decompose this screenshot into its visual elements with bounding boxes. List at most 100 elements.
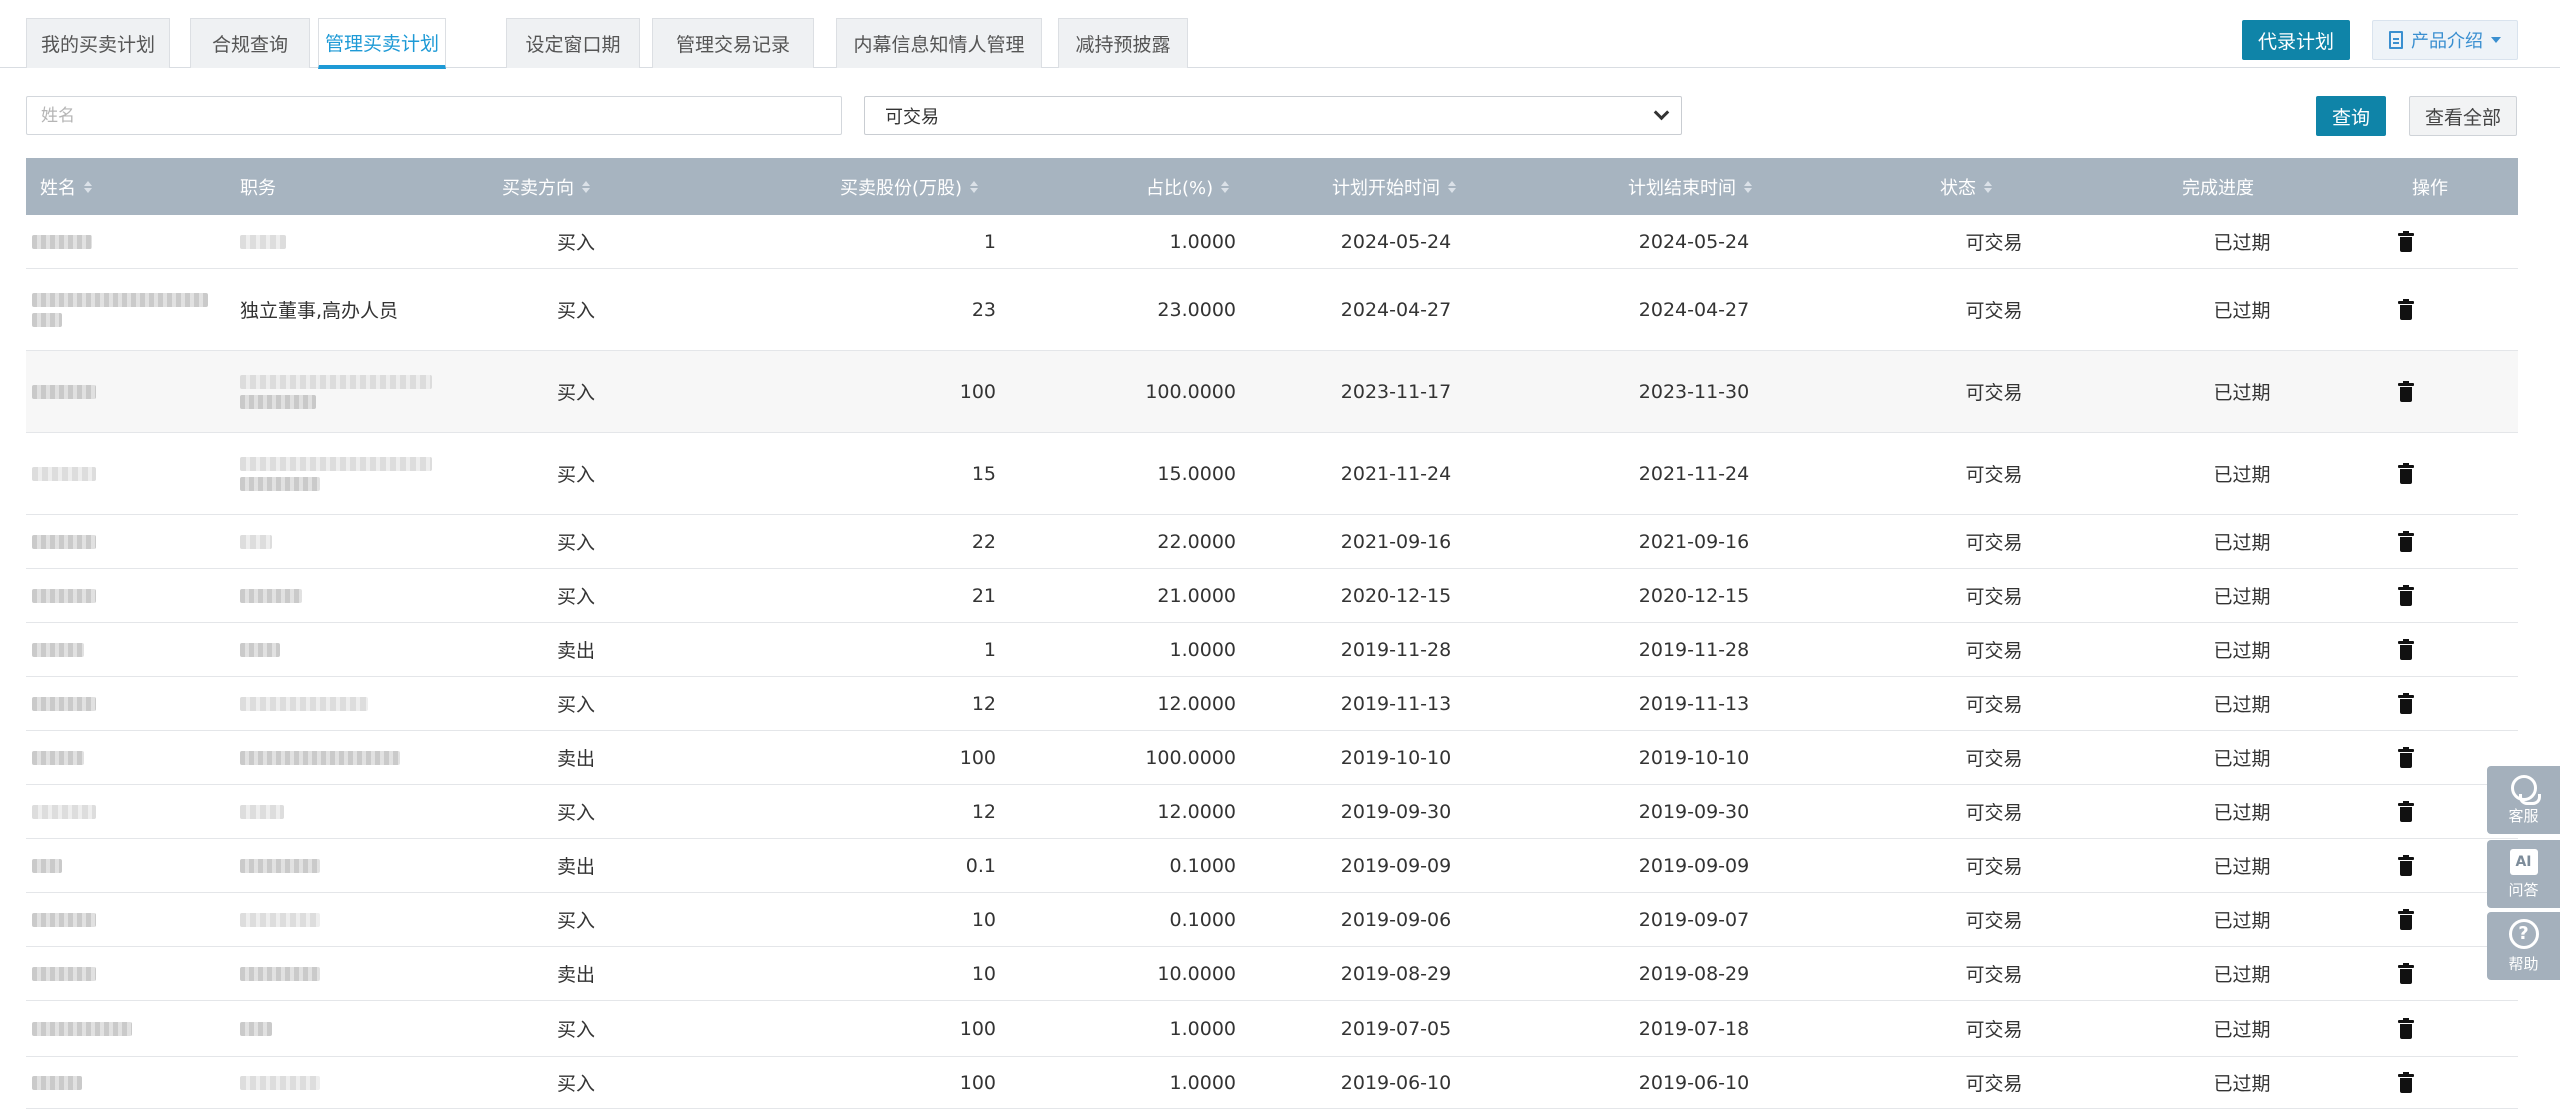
delete-icon[interactable] — [2398, 692, 2414, 715]
status-select[interactable]: 可交易 — [864, 96, 1682, 135]
redacted-text — [240, 642, 280, 657]
cell-name — [32, 893, 232, 946]
redacted-text — [32, 466, 96, 481]
cell-start-time: 2019-07-05 — [1340, 1017, 1452, 1040]
delete-icon[interactable] — [2398, 746, 2414, 769]
cell-actions — [2356, 947, 2456, 1000]
redacted-text — [32, 750, 84, 765]
table-row[interactable]: 独立董事,高办人员 买入 23 23.0000 2024-04-27 2024-04-27… — [26, 269, 2518, 351]
table-row[interactable]: 买入 1 1.0000 2024-05-24 2024-05-24 可交易 已过期 — [26, 215, 2518, 269]
column-header-ratio[interactable]: 占比(%) — [1146, 158, 1230, 215]
product-intro-button[interactable]: 产品介绍 — [2372, 20, 2518, 60]
cell-actions — [2356, 215, 2456, 268]
delete-icon[interactable] — [2398, 530, 2414, 553]
cell-start-time: 2019-09-06 — [1340, 908, 1452, 931]
cell-ratio: 22.0000 — [1157, 530, 1236, 553]
delete-icon[interactable] — [2398, 1017, 2414, 1040]
tab-trade-records[interactable]: 管理交易记录 — [652, 18, 814, 68]
column-header-shares[interactable]: 买卖股份(万股) — [840, 158, 979, 215]
document-icon — [2389, 31, 2403, 49]
cell-direction: 卖出 — [556, 640, 595, 662]
redacted-text — [240, 912, 320, 927]
cell-start-time: 2021-09-16 — [1340, 530, 1452, 553]
tab-window-period[interactable]: 设定窗口期 — [506, 18, 640, 68]
cell-start-time: 2019-06-10 — [1340, 1071, 1452, 1094]
tab-my-plans[interactable]: 我的买卖计划 — [26, 18, 170, 68]
cell-status: 可交易 — [1965, 748, 2023, 770]
name-search-input[interactable] — [26, 96, 842, 135]
cell-status: 可交易 — [1965, 640, 2023, 662]
cell-status: 可交易 — [1965, 1073, 2023, 1095]
cell-status: 可交易 — [1965, 300, 2023, 322]
cell-position — [240, 623, 490, 676]
table-row[interactable]: 卖出 0.1 0.1000 2019-09-09 2019-09-09 可交易 已过期 — [26, 839, 2518, 893]
ai-assistant-widget[interactable]: AI 问答 — [2487, 840, 2560, 908]
cell-start-time: 2020-12-15 — [1340, 584, 1452, 607]
sort-icon — [1448, 180, 1456, 193]
cell-shares: 15 — [971, 462, 996, 485]
view-all-button[interactable]: 查看全部 — [2409, 96, 2517, 136]
column-header-progress: 完成进度 — [2182, 177, 2254, 199]
delete-icon[interactable] — [2398, 638, 2414, 661]
cell-name — [32, 1001, 232, 1056]
delete-icon[interactable] — [2398, 298, 2414, 321]
product-intro-label: 产品介绍 — [2411, 31, 2483, 52]
cell-end-time: 2019-09-07 — [1638, 908, 1750, 931]
column-header-direction[interactable]: 买卖方向 — [502, 158, 590, 215]
customer-service-widget[interactable]: 客服 — [2487, 766, 2560, 834]
cell-end-time: 2021-11-24 — [1638, 462, 1750, 485]
cell-direction: 卖出 — [556, 748, 595, 770]
cell-progress: 已过期 — [2213, 748, 2271, 770]
cell-progress: 已过期 — [2213, 910, 2271, 932]
table-row[interactable]: 买入 100 1.0000 2019-06-10 2019-06-10 可交易 已过期 — [26, 1057, 2518, 1109]
table-row[interactable]: 买入 10 0.1000 2019-09-06 2019-09-07 可交易 已过期 — [26, 893, 2518, 947]
tab-reduction-disclosure[interactable]: 减持预披露 — [1058, 18, 1188, 68]
cell-shares: 1 — [983, 230, 996, 253]
redacted-text — [32, 534, 96, 549]
delete-icon[interactable] — [2398, 462, 2414, 485]
cell-start-time: 2019-09-09 — [1340, 854, 1452, 877]
table-row[interactable]: 卖出 10 10.0000 2019-08-29 2019-08-29 可交易 已过期 — [26, 947, 2518, 1001]
query-button[interactable]: 查询 — [2316, 96, 2386, 136]
cell-actions — [2356, 515, 2456, 568]
delete-icon[interactable] — [2398, 230, 2414, 253]
table-row[interactable]: 买入 100 1.0000 2019-07-05 2019-07-18 可交易 已过期 — [26, 1001, 2518, 1057]
table-row[interactable]: 卖出 1 1.0000 2019-11-28 2019-11-28 可交易 已过期 — [26, 623, 2518, 677]
delete-icon[interactable] — [2398, 584, 2414, 607]
cell-end-time: 2019-09-09 — [1638, 854, 1750, 877]
cell-status: 可交易 — [1965, 856, 2023, 878]
column-header-name[interactable]: 姓名 — [40, 158, 92, 215]
table-row[interactable]: 买入 15 15.0000 2021-11-24 2021-11-24 可交易 已过期 — [26, 433, 2518, 515]
table-row[interactable]: 买入 21 21.0000 2020-12-15 2020-12-15 可交易 已过期 — [26, 569, 2518, 623]
cell-position — [240, 1057, 490, 1108]
tab-manage-plans[interactable]: 管理买卖计划 — [318, 18, 446, 69]
cell-direction: 买入 — [556, 694, 595, 716]
proxy-plan-button[interactable]: 代录计划 — [2242, 20, 2350, 60]
column-header-status[interactable]: 状态 — [1940, 158, 1992, 215]
delete-icon[interactable] — [2398, 380, 2414, 403]
cell-progress: 已过期 — [2213, 964, 2271, 986]
cell-progress: 已过期 — [2213, 694, 2271, 716]
column-header-end-time[interactable]: 计划结束时间 — [1628, 158, 1752, 215]
tab-insider-management[interactable]: 内幕信息知情人管理 — [836, 18, 1042, 68]
cell-direction: 买入 — [556, 1019, 595, 1041]
cell-actions — [2356, 677, 2456, 730]
table-row[interactable]: 买入 22 22.0000 2021-09-16 2021-09-16 可交易 已过期 — [26, 515, 2518, 569]
help-widget[interactable]: ? 帮助 — [2487, 912, 2560, 980]
table-row[interactable]: 买入 100 100.0000 2023-11-17 2023-11-30 可交易 已过期 — [26, 351, 2518, 433]
cell-status: 可交易 — [1965, 586, 2023, 608]
table-row[interactable]: 买入 12 12.0000 2019-09-30 2019-09-30 可交易 已过期 — [26, 785, 2518, 839]
table-row[interactable]: 买入 12 12.0000 2019-11-13 2019-11-13 可交易 已过期 — [26, 677, 2518, 731]
cell-progress: 已过期 — [2213, 586, 2271, 608]
delete-icon[interactable] — [2398, 908, 2414, 931]
delete-icon[interactable] — [2398, 962, 2414, 985]
delete-icon[interactable] — [2398, 854, 2414, 877]
cell-status: 可交易 — [1965, 910, 2023, 932]
cell-end-time: 2019-06-10 — [1638, 1071, 1750, 1094]
delete-icon[interactable] — [2398, 800, 2414, 823]
column-header-start-time[interactable]: 计划开始时间 — [1332, 158, 1456, 215]
delete-icon[interactable] — [2398, 1071, 2414, 1094]
tab-compliance-query[interactable]: 合规查询 — [190, 18, 310, 68]
help-icon: ? — [2508, 918, 2539, 949]
table-row[interactable]: 卖出 100 100.0000 2019-10-10 2019-10-10 可交易 已过期 — [26, 731, 2518, 785]
